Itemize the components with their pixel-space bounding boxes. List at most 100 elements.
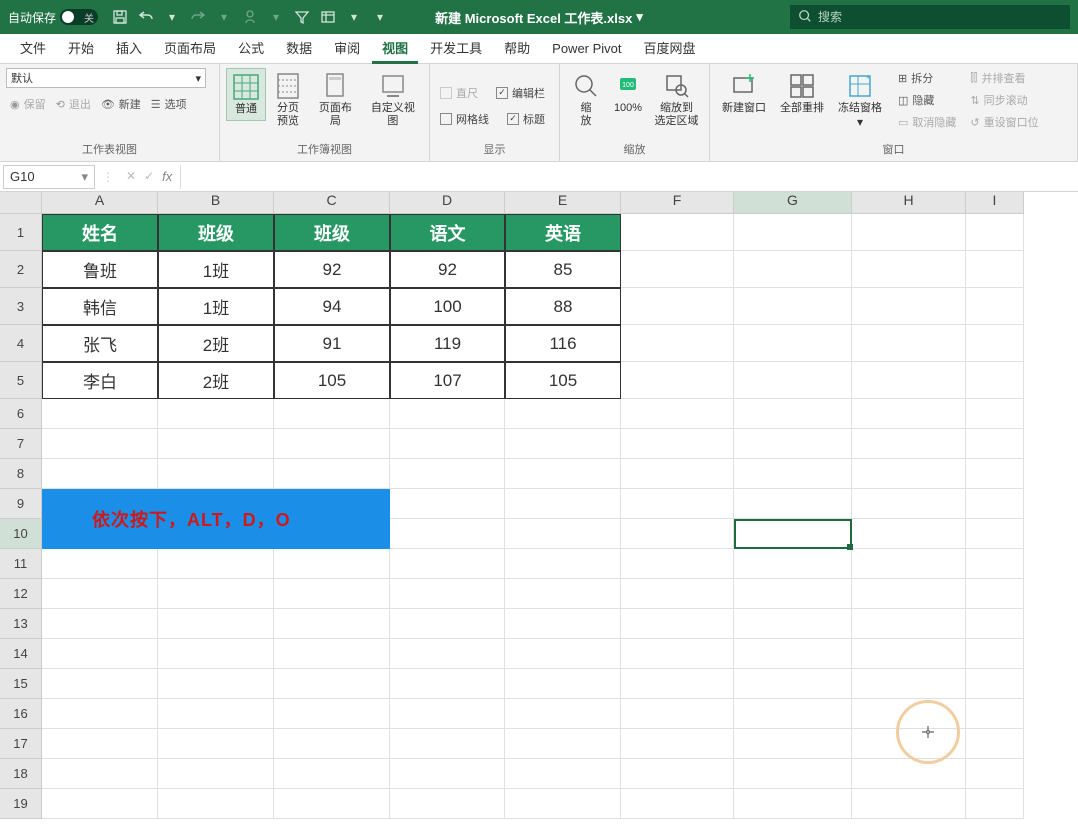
tab-文件[interactable]: 文件 — [10, 34, 56, 64]
col-header-A[interactable]: A — [42, 192, 158, 214]
cell-I5[interactable] — [966, 362, 1024, 399]
cell-F17[interactable] — [621, 729, 734, 759]
cell-A4[interactable]: 张飞 — [42, 325, 158, 362]
cell-H10[interactable] — [852, 519, 966, 549]
cell-I9[interactable] — [966, 489, 1024, 519]
cell-D2[interactable]: 92 — [390, 251, 505, 288]
cell-F3[interactable] — [621, 288, 734, 325]
cell-C8[interactable] — [274, 459, 390, 489]
cell-C12[interactable] — [274, 579, 390, 609]
cell-H12[interactable] — [852, 579, 966, 609]
cell-G9[interactable] — [734, 489, 852, 519]
col-header-C[interactable]: C — [274, 192, 390, 214]
cell-H15[interactable] — [852, 669, 966, 699]
hide-button[interactable]: ◫隐藏 — [894, 90, 960, 110]
options-button[interactable]: ☰选项 — [147, 94, 191, 114]
cell-C5[interactable]: 105 — [274, 362, 390, 399]
cell-C19[interactable] — [274, 789, 390, 819]
cell-F4[interactable] — [621, 325, 734, 362]
row-header-2[interactable]: 2 — [0, 251, 42, 288]
undo-dropdown-icon[interactable]: ▾ — [164, 9, 180, 25]
cell-B6[interactable] — [158, 399, 274, 429]
tab-页面布局[interactable]: 页面布局 — [154, 34, 226, 64]
tab-公式[interactable]: 公式 — [228, 34, 274, 64]
cell-B19[interactable] — [158, 789, 274, 819]
cell-E5[interactable]: 105 — [505, 362, 621, 399]
cell-I11[interactable] — [966, 549, 1024, 579]
cell-C1[interactable]: 班级 — [274, 214, 390, 251]
gridlines-checkbox[interactable]: 网格线 — [436, 109, 493, 129]
cell-I1[interactable] — [966, 214, 1024, 251]
formula-bar-checkbox[interactable]: ✓编辑栏 — [492, 83, 549, 103]
cell-H7[interactable] — [852, 429, 966, 459]
custom-view-button[interactable]: 自定义视图 — [363, 68, 423, 132]
cell-F15[interactable] — [621, 669, 734, 699]
new-window-button[interactable]: 新建窗口 — [716, 68, 772, 119]
fx-icon[interactable]: fx — [162, 169, 172, 184]
cell-A5[interactable]: 李白 — [42, 362, 158, 399]
cell-C18[interactable] — [274, 759, 390, 789]
cell-B2[interactable]: 1班 — [158, 251, 274, 288]
split-button[interactable]: ⊞拆分 — [894, 68, 960, 88]
text-overlay-shape[interactable]: 依次按下，ALT，D，O — [42, 489, 390, 549]
touch-dropdown-icon[interactable]: ▾ — [268, 9, 284, 25]
cell-D6[interactable] — [390, 399, 505, 429]
cell-F8[interactable] — [621, 459, 734, 489]
cell-I3[interactable] — [966, 288, 1024, 325]
cell-C2[interactable]: 92 — [274, 251, 390, 288]
row-header-3[interactable]: 3 — [0, 288, 42, 325]
cell-D15[interactable] — [390, 669, 505, 699]
row-header-8[interactable]: 8 — [0, 459, 42, 489]
cell-B13[interactable] — [158, 609, 274, 639]
cell-D11[interactable] — [390, 549, 505, 579]
row-header-14[interactable]: 14 — [0, 639, 42, 669]
cell-G6[interactable] — [734, 399, 852, 429]
cell-E17[interactable] — [505, 729, 621, 759]
cell-G14[interactable] — [734, 639, 852, 669]
freeze-panes-button[interactable]: *冻结窗格▾ — [832, 68, 888, 133]
cell-G10[interactable] — [734, 519, 852, 549]
cell-E11[interactable] — [505, 549, 621, 579]
cell-B16[interactable] — [158, 699, 274, 729]
col-header-B[interactable]: B — [158, 192, 274, 214]
search-input[interactable] — [818, 10, 1062, 24]
toggle-switch[interactable]: 关 — [60, 9, 98, 25]
page-preview-button[interactable]: 分页 预览 — [268, 68, 308, 132]
cell-H1[interactable] — [852, 214, 966, 251]
cell-C14[interactable] — [274, 639, 390, 669]
cell-B4[interactable]: 2班 — [158, 325, 274, 362]
cell-A6[interactable] — [42, 399, 158, 429]
cell-E13[interactable] — [505, 609, 621, 639]
cell-B14[interactable] — [158, 639, 274, 669]
cell-G15[interactable] — [734, 669, 852, 699]
cell-B18[interactable] — [158, 759, 274, 789]
cell-C17[interactable] — [274, 729, 390, 759]
cell-A8[interactable] — [42, 459, 158, 489]
cell-G16[interactable] — [734, 699, 852, 729]
cell-D5[interactable]: 107 — [390, 362, 505, 399]
cell-H2[interactable] — [852, 251, 966, 288]
cell-C4[interactable]: 91 — [274, 325, 390, 362]
cell-B3[interactable]: 1班 — [158, 288, 274, 325]
zoom-button[interactable]: 缩 放 — [566, 68, 606, 132]
tab-开发工具[interactable]: 开发工具 — [420, 34, 492, 64]
cell-I6[interactable] — [966, 399, 1024, 429]
cell-B15[interactable] — [158, 669, 274, 699]
row-header-17[interactable]: 17 — [0, 729, 42, 759]
col-header-E[interactable]: E — [505, 192, 621, 214]
cell-H9[interactable] — [852, 489, 966, 519]
cell-G18[interactable] — [734, 759, 852, 789]
cell-F19[interactable] — [621, 789, 734, 819]
cell-C13[interactable] — [274, 609, 390, 639]
cell-D17[interactable] — [390, 729, 505, 759]
row-header-15[interactable]: 15 — [0, 669, 42, 699]
col-header-F[interactable]: F — [621, 192, 734, 214]
undo-icon[interactable] — [138, 9, 154, 25]
cell-E19[interactable] — [505, 789, 621, 819]
row-header-5[interactable]: 5 — [0, 362, 42, 399]
cell-A3[interactable]: 韩信 — [42, 288, 158, 325]
cell-G3[interactable] — [734, 288, 852, 325]
cell-H8[interactable] — [852, 459, 966, 489]
row-header-4[interactable]: 4 — [0, 325, 42, 362]
cell-D7[interactable] — [390, 429, 505, 459]
